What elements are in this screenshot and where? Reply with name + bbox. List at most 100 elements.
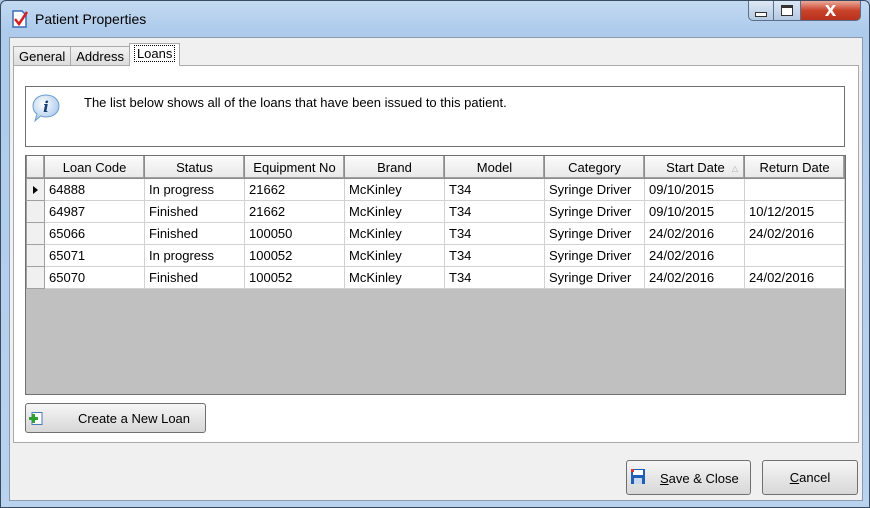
sort-ascending-icon: △ — [731, 163, 738, 173]
tab-loans[interactable]: Loans — [128, 43, 181, 66]
cell-status[interactable]: Finished — [144, 266, 245, 289]
cell-model[interactable]: T34 — [444, 178, 545, 201]
create-new-loan-label: Create a New Loan — [78, 411, 191, 426]
cell-status[interactable]: In progress — [144, 178, 245, 201]
tab-address-label: Address — [76, 49, 124, 64]
info-icon: i — [32, 94, 60, 123]
tab-loans-label: Loans — [133, 45, 176, 62]
row-header[interactable] — [26, 222, 45, 245]
cell-equipment-no[interactable]: 100050 — [244, 222, 345, 245]
caption-buttons: X — [748, 1, 861, 21]
cell-loan-code[interactable]: 65066 — [44, 222, 145, 245]
loans-grid[interactable]: Loan Code Status Equipment No Brand Mode… — [25, 155, 846, 395]
cell-start-date[interactable]: 09/10/2015 — [644, 200, 745, 223]
cell-model[interactable]: T34 — [444, 222, 545, 245]
column-header-loan-code[interactable]: Loan Code — [44, 156, 145, 179]
cell-equipment-no[interactable]: 100052 — [244, 266, 345, 289]
table-row[interactable]: 65071 In progress 100052 McKinley T34 Syringe… — [26, 244, 845, 267]
tab-general[interactable]: General — [13, 46, 72, 66]
cell-brand[interactable]: McKinley — [344, 266, 445, 289]
cancel-button[interactable]: Cancel — [762, 460, 858, 495]
column-header-category[interactable]: Category — [544, 156, 645, 179]
cell-category[interactable]: Syringe Driver — [544, 266, 645, 289]
add-document-icon — [29, 412, 43, 425]
dialog-client-area: General Address Loans i The list below s… — [9, 37, 863, 501]
column-header-model[interactable]: Model — [444, 156, 545, 179]
cell-category[interactable]: Syringe Driver — [544, 178, 645, 201]
info-text: The list below shows all of the loans th… — [84, 95, 507, 110]
save-close-mnemonic: S — [660, 471, 669, 486]
table-row[interactable]: 65066 Finished 100050 McKinley T34 Syringe Dr… — [26, 222, 845, 245]
cell-status[interactable]: Finished — [144, 200, 245, 223]
close-icon: X — [824, 1, 837, 20]
cell-return-date[interactable] — [744, 178, 845, 201]
loans-tab-panel: i The list below shows all of the loans … — [13, 65, 859, 443]
cell-return-date[interactable]: 24/02/2016 — [744, 266, 845, 289]
title-bar[interactable]: Patient Properties X — [1, 1, 869, 37]
table-row[interactable]: 64888 In progress 21662 McKinley T34 Syringe … — [26, 178, 845, 201]
cell-brand[interactable]: McKinley — [344, 244, 445, 267]
cell-status[interactable]: In progress — [144, 244, 245, 267]
tab-address[interactable]: Address — [70, 46, 130, 66]
row-header[interactable] — [26, 178, 45, 201]
cell-start-date[interactable]: 09/10/2015 — [644, 178, 745, 201]
tab-strip: General Address Loans — [13, 43, 181, 66]
table-row[interactable]: 65070 Finished 100052 McKinley T34 Syringe Dr… — [26, 266, 845, 289]
tab-general-label: General — [19, 49, 66, 64]
patient-properties-window: Patient Properties X General Address Loa… — [0, 0, 870, 508]
maximize-button[interactable] — [774, 1, 801, 21]
column-header-status[interactable]: Status — [144, 156, 245, 179]
column-header-start-date[interactable]: Start Date △ — [644, 156, 745, 179]
cell-model[interactable]: T34 — [444, 244, 545, 267]
cell-return-date[interactable]: 24/02/2016 — [744, 222, 845, 245]
cell-category[interactable]: Syringe Driver — [544, 200, 645, 223]
save-close-button[interactable]: Save & Close — [626, 460, 751, 495]
minimize-button[interactable] — [748, 1, 774, 21]
loans-table: Loan Code Status Equipment No Brand Mode… — [26, 156, 845, 289]
minimize-icon — [755, 12, 767, 17]
cell-loan-code[interactable]: 65071 — [44, 244, 145, 267]
column-header-start-date-label: Start Date — [666, 159, 725, 175]
cell-equipment-no[interactable]: 21662 — [244, 178, 345, 201]
close-button[interactable]: X — [801, 1, 861, 21]
cell-model[interactable]: T34 — [444, 266, 545, 289]
cell-brand[interactable]: McKinley — [344, 200, 445, 223]
save-close-label: Save & Close — [660, 471, 739, 486]
cell-return-date[interactable]: 10/12/2015 — [744, 200, 845, 223]
create-new-loan-button[interactable]: Create a New Loan — [25, 403, 206, 433]
cell-status[interactable]: Finished — [144, 222, 245, 245]
cell-start-date[interactable]: 24/02/2016 — [644, 244, 745, 267]
cancel-mnemonic: C — [789, 470, 800, 485]
maximize-icon — [781, 5, 793, 16]
grid-header-row: Loan Code Status Equipment No Brand Mode… — [26, 156, 845, 179]
cell-category[interactable]: Syringe Driver — [544, 244, 645, 267]
info-panel: i The list below shows all of the loans … — [25, 86, 845, 147]
row-header[interactable] — [26, 200, 45, 223]
cell-category[interactable]: Syringe Driver — [544, 222, 645, 245]
grid-corner — [26, 156, 45, 179]
svg-text:i: i — [43, 98, 49, 116]
current-row-arrow-icon — [33, 186, 38, 194]
cell-loan-code[interactable]: 65070 — [44, 266, 145, 289]
column-header-return-date[interactable]: Return Date — [744, 156, 845, 179]
column-header-brand[interactable]: Brand — [344, 156, 445, 179]
cell-start-date[interactable]: 24/02/2016 — [644, 222, 745, 245]
cell-equipment-no[interactable]: 100052 — [244, 244, 345, 267]
cell-brand[interactable]: McKinley — [344, 222, 445, 245]
cell-return-date[interactable] — [744, 244, 845, 267]
cell-start-date[interactable]: 24/02/2016 — [644, 266, 745, 289]
column-header-equipment-no[interactable]: Equipment No — [244, 156, 345, 179]
cancel-text: ancel — [799, 470, 831, 485]
save-floppy-icon — [631, 469, 645, 484]
save-close-text: ave & Close — [668, 471, 739, 486]
window-title: Patient Properties — [35, 11, 147, 27]
cell-brand[interactable]: McKinley — [344, 178, 445, 201]
cancel-label: Cancel — [790, 470, 830, 485]
cell-loan-code[interactable]: 64888 — [44, 178, 145, 201]
row-header[interactable] — [26, 244, 45, 267]
cell-equipment-no[interactable]: 21662 — [244, 200, 345, 223]
row-header[interactable] — [26, 266, 45, 289]
cell-loan-code[interactable]: 64987 — [44, 200, 145, 223]
table-row[interactable]: 64987 Finished 21662 McKinley T34 Syringe Dri… — [26, 200, 845, 223]
cell-model[interactable]: T34 — [444, 200, 545, 223]
